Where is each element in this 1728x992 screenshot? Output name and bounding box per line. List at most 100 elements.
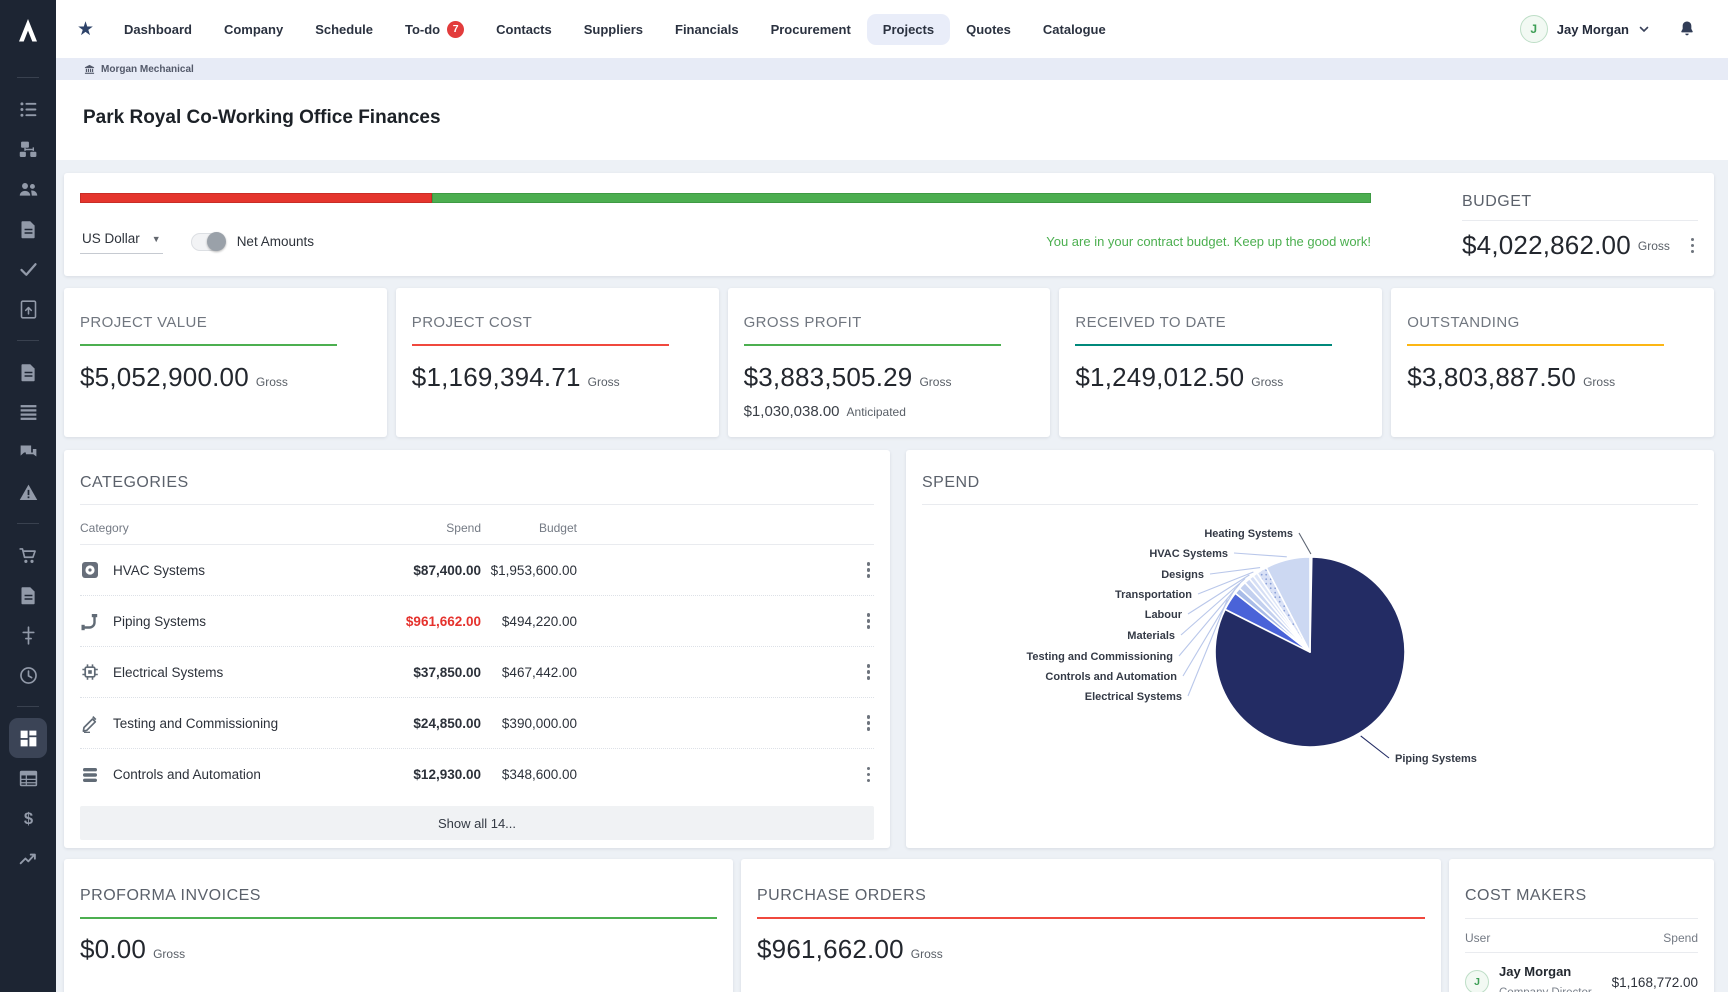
sidebar-item-document-icon[interactable]	[9, 575, 47, 615]
cost-makers-header: User Spend	[1465, 923, 1698, 953]
kpi-unit: Gross	[588, 375, 620, 389]
cost-makers-title: COST MAKERS	[1465, 887, 1698, 905]
pie-label-electrical-systems: Electrical Systems	[1085, 691, 1182, 703]
category-name: HVAC Systems	[113, 563, 205, 578]
sidebar-item-rows-icon[interactable]	[9, 392, 47, 432]
sidebar-item-dollar-icon[interactable]: $	[9, 798, 47, 838]
category-row-hvac-systems: HVAC Systems$87,400.00$1,953,600.00	[80, 545, 874, 596]
col-category: Category	[80, 521, 371, 535]
favorites-star-icon[interactable]: ★	[77, 20, 94, 39]
notifications-bell-icon[interactable]	[1677, 19, 1697, 39]
sidebar-item-sitemap-icon[interactable]	[9, 129, 47, 169]
nav-item-contacts[interactable]: Contacts	[480, 14, 568, 45]
pie-label-labour: Labour	[1145, 609, 1183, 621]
show-all-button[interactable]: Show all 14...	[80, 806, 874, 840]
net-amounts-label: Net Amounts	[237, 234, 314, 249]
purchase-orders-card: PURCHASE ORDERS $961,662.00 Gross	[741, 859, 1441, 992]
kpi-value: $5,052,900.00	[80, 362, 249, 393]
nav-item-to-do[interactable]: To-do7	[389, 13, 480, 46]
sidebar-item-users-icon[interactable]	[9, 169, 47, 209]
category-name: Testing and Commissioning	[113, 716, 278, 731]
toggle-knob	[207, 232, 226, 251]
cost-makers-card: COST MAKERS User Spend JJay MorganCompan…	[1449, 859, 1714, 992]
nav-item-quotes[interactable]: Quotes	[950, 14, 1027, 45]
pie-label-piping-systems: Piping Systems	[1395, 753, 1477, 765]
pie-label-transportation: Transportation	[1115, 589, 1192, 601]
sidebar-item-document-icon[interactable]	[9, 209, 47, 249]
sidebar-item-chat-icon[interactable]	[9, 432, 47, 472]
avatar: J	[1520, 15, 1548, 43]
nav-item-company[interactable]: Company	[208, 14, 299, 45]
kpi-value: $3,803,887.50	[1407, 362, 1576, 393]
kpi-row: PROJECT VALUE$5,052,900.00GrossPROJECT C…	[64, 288, 1714, 437]
category-row-kebab-menu-icon[interactable]	[863, 763, 875, 787]
category-name: Controls and Automation	[113, 767, 261, 782]
archdesk-logo-icon[interactable]	[0, 0, 56, 58]
budget-card: US Dollar ▼ Net Amounts You are in your …	[64, 173, 1714, 276]
main-column: ★ DashboardCompanyScheduleTo-do7Contacts…	[56, 0, 1728, 992]
cost-maker-role: Company Director	[1499, 987, 1592, 992]
net-amounts-toggle[interactable]	[191, 233, 225, 251]
budget-kebab-menu-icon[interactable]	[1687, 234, 1699, 258]
category-row-kebab-menu-icon[interactable]	[863, 609, 875, 633]
sidebar-item-clock-icon[interactable]	[9, 655, 47, 695]
sidebar-item-warning-icon[interactable]	[9, 472, 47, 512]
kpi-unit: Gross	[1251, 375, 1283, 389]
budget-value: $4,022,862.00	[1462, 230, 1631, 261]
nav-item-projects[interactable]: Projects	[867, 14, 950, 45]
category-row-kebab-menu-icon[interactable]	[863, 711, 875, 735]
sidebar-divider	[17, 706, 39, 707]
kpi-value: $1,249,012.50	[1075, 362, 1244, 393]
sidebar-item-cart-icon[interactable]	[9, 535, 47, 575]
currency-select[interactable]: US Dollar ▼	[80, 229, 163, 254]
pie-leader-line	[1299, 533, 1311, 554]
sidebar-item-trending-up-icon[interactable]	[9, 838, 47, 878]
pie-label-materials: Materials	[1127, 630, 1175, 642]
sidebar-item-check-icon[interactable]	[9, 249, 47, 289]
nav-item-procurement[interactable]: Procurement	[755, 14, 867, 45]
categories-card: CATEGORIES Category Spend Budget HVAC Sy…	[64, 450, 890, 848]
budget-status-message: You are in your contract budget. Keep up…	[1046, 234, 1371, 249]
sidebar-item-table-icon[interactable]	[9, 758, 47, 798]
category-row-kebab-menu-icon[interactable]	[863, 558, 875, 582]
kpi-accent-line	[744, 344, 1001, 346]
category-row-piping-systems: Piping Systems$961,662.00$494,220.00	[80, 596, 874, 647]
nav-item-dashboard[interactable]: Dashboard	[108, 14, 208, 45]
nav-item-financials[interactable]: Financials	[659, 14, 755, 45]
pie-label-testing-and-commissioning: Testing and Commissioning	[1027, 651, 1173, 663]
user-name: Jay Morgan	[1557, 22, 1629, 37]
kpi-card-received-to-date: RECEIVED TO DATE$1,249,012.50Gross	[1059, 288, 1382, 437]
app-root: $ ★ DashboardCompanyScheduleTo-do7Contac…	[0, 0, 1728, 992]
user-menu[interactable]: J Jay Morgan	[1520, 15, 1650, 43]
nav-item-suppliers[interactable]: Suppliers	[568, 14, 659, 45]
category-budget: $1,953,600.00	[481, 563, 577, 578]
spend-title: SPEND	[922, 474, 1698, 492]
budget-summary: BUDGET $4,022,862.00 Gross	[1462, 193, 1698, 276]
sidebar: $	[0, 0, 56, 992]
sidebar-item-document-icon[interactable]	[9, 352, 47, 392]
electrical-icon	[80, 662, 100, 682]
breadcrumb-company[interactable]: Morgan Mechanical	[101, 64, 194, 75]
budget-progress-bar	[80, 193, 1371, 203]
sidebar-item-align-center-icon[interactable]	[9, 615, 47, 655]
pie-leader-line	[1361, 736, 1389, 758]
sidebar-item-dashboard-icon[interactable]	[9, 718, 47, 758]
nav-item-catalogue[interactable]: Catalogue	[1027, 14, 1122, 45]
category-spend: $37,850.00	[371, 665, 481, 680]
sidebar-item-list-icon[interactable]	[9, 89, 47, 129]
category-row-kebab-menu-icon[interactable]	[863, 660, 875, 684]
sidebar-item-file-upload-icon[interactable]	[9, 289, 47, 329]
category-name: Piping Systems	[113, 614, 206, 629]
nav-item-schedule[interactable]: Schedule	[299, 14, 389, 45]
category-row-testing-and-commissioning: Testing and Commissioning$24,850.00$390,…	[80, 698, 874, 749]
proforma-unit: Gross	[153, 947, 185, 961]
col-user: User	[1465, 931, 1490, 945]
kpi-extra-unit: Anticipated	[847, 405, 906, 419]
proforma-invoices-card: PROFORMA INVOICES $0.00 Gross	[64, 859, 733, 992]
sidebar-divider	[17, 77, 39, 78]
caret-down-icon: ▼	[152, 234, 161, 244]
cost-makers-body: JJay MorganCompany Director$1,168,772.00	[1465, 962, 1698, 992]
col-user-spend: Spend	[1663, 931, 1698, 945]
testing-icon	[80, 713, 100, 733]
kpi-value: $1,169,394.71	[412, 362, 581, 393]
